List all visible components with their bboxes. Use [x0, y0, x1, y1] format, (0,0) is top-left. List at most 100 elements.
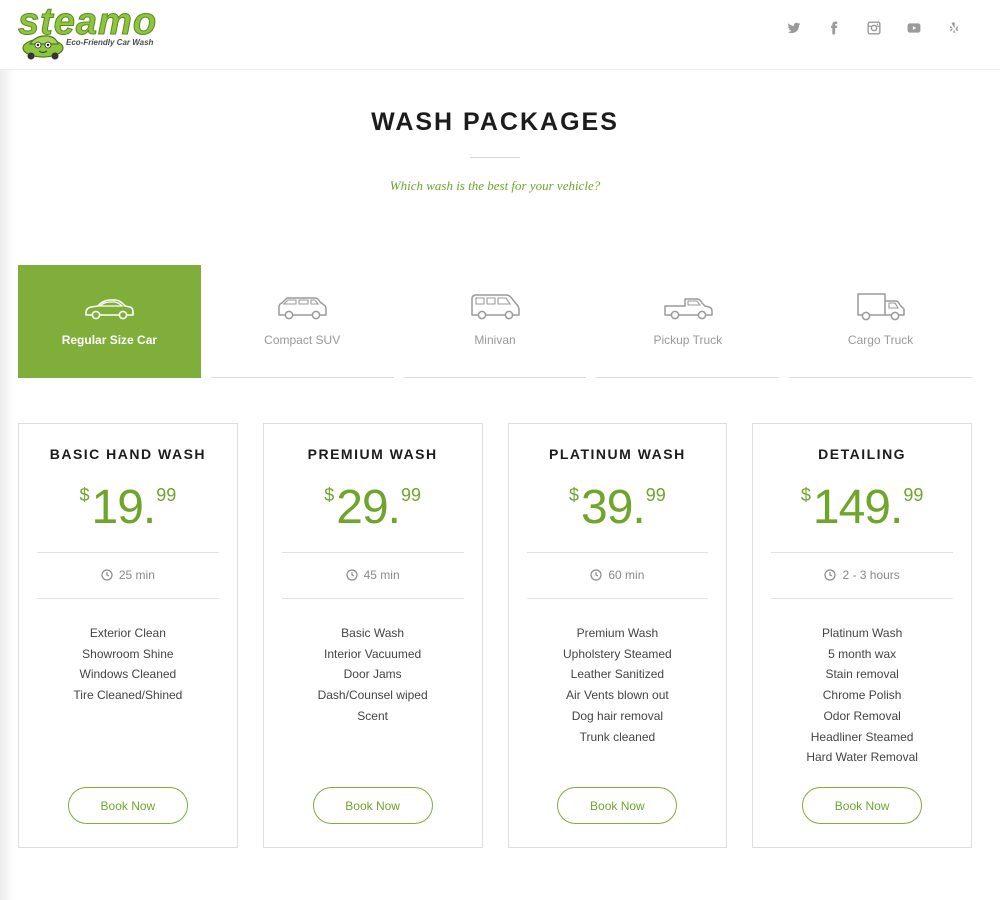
book-now-button[interactable]: Book Now [557, 787, 678, 824]
clock-icon [590, 569, 602, 581]
feature-item: 5 month wax [828, 646, 897, 661]
page-subtitle: Which wash is the best for your vehicle? [389, 178, 601, 193]
package-price: $149.99 [753, 479, 971, 537]
divider [526, 598, 709, 599]
feature-list: Basic Wash Interior Vacuumed Door Jams D… [264, 623, 482, 727]
logo-tagline: Eco-Friendly Car Wash [66, 38, 154, 47]
divider [281, 552, 464, 553]
feature-item: Dog hair removal [571, 708, 664, 723]
feature-item: Headliner Steamed [810, 729, 914, 744]
package-price: $39.99 [509, 479, 727, 537]
duration-text: 45 min [363, 568, 400, 582]
price-currency: $ [324, 485, 335, 505]
title-divider [470, 157, 520, 158]
feature-item: Windows Cleaned [79, 667, 177, 682]
tab-pickup-truck[interactable]: Pickup Truck [596, 265, 780, 378]
package-price: $29.99 [264, 479, 482, 537]
tab-label: Pickup Truck [653, 333, 723, 347]
price-whole: 39. [581, 481, 646, 534]
divider [281, 598, 464, 599]
book-now-button[interactable]: Book Now [312, 787, 433, 824]
price-currency: $ [79, 485, 90, 505]
book-now-button[interactable]: Book Now [67, 787, 188, 824]
youtube-icon[interactable] [894, 18, 934, 38]
divider [771, 598, 953, 599]
suv-icon [278, 297, 327, 320]
divider [526, 552, 709, 553]
feature-item: Basic Wash [341, 626, 405, 640]
feature-item: Leather Sanitized [570, 667, 665, 682]
package-duration: 2 - 3 hours [753, 568, 971, 582]
feature-item: Platinum Wash [822, 626, 903, 640]
feature-item: Chrome Polish [822, 688, 902, 703]
package-duration: 60 min [509, 568, 727, 582]
price-currency: $ [568, 485, 579, 505]
price-whole: 29. [336, 481, 401, 534]
feature-item: Premium Wash [576, 626, 659, 640]
package-card-platinum: PLATINUM WASH $39.99 60 min Premium Wash… [507, 423, 728, 848]
package-card-basic: BASIC HAND WASH $19.99 25 min Exterior C… [18, 423, 238, 848]
sedan-icon [85, 299, 135, 320]
feature-item: Stain removal [825, 667, 899, 682]
feature-item: Air Vents blown out [566, 688, 669, 703]
instagram-icon[interactable] [854, 18, 894, 38]
price-cents: 99 [645, 485, 666, 505]
package-title: DETAILING [818, 446, 907, 462]
vehicle-type-tabs: Regular Size Car Compact SUV Minivan Pic… [18, 265, 972, 378]
feature-item: Showroom Shine [82, 646, 174, 661]
tab-cargo-truck[interactable]: Cargo Truck [789, 265, 972, 378]
social-links [774, 18, 974, 38]
duration-text: 60 min [608, 568, 645, 582]
tab-label: Compact SUV [264, 333, 341, 347]
tab-label: Regular Size Car [61, 333, 158, 347]
feature-item: Scent [357, 708, 388, 723]
tab-regular-size-car[interactable]: Regular Size Car [18, 265, 201, 378]
feature-item: Tire Cleaned/Shined [73, 688, 183, 703]
logo-car-icon [22, 35, 64, 60]
feature-list: Exterior Clean Showroom Shine Windows Cl… [19, 623, 237, 706]
divider [37, 552, 219, 553]
tab-minivan[interactable]: Minivan [403, 265, 587, 378]
duration-text: 25 min [118, 568, 155, 582]
steamo-logo[interactable]: steamo Eco-Friendly Car Wash [16, 2, 176, 62]
price-whole: 19. [91, 481, 157, 534]
page-title: WASH PACKAGES [371, 108, 619, 136]
feature-item: Odor Removal [823, 708, 901, 723]
facebook-icon[interactable] [814, 18, 854, 38]
book-now-button[interactable]: Book Now [802, 787, 923, 824]
feature-item: Hard Water Removal [806, 750, 918, 765]
price-cents: 99 [156, 485, 177, 505]
price-cents: 99 [400, 485, 422, 505]
price-currency: $ [800, 485, 811, 505]
package-duration: 25 min [19, 568, 237, 582]
package-cards: BASIC HAND WASH $19.99 25 min Exterior C… [18, 423, 972, 848]
clock-icon [824, 569, 837, 581]
feature-item: Door Jams [343, 667, 402, 682]
clock-icon [346, 569, 358, 581]
price-whole: 149. [812, 481, 903, 534]
package-price: $19.99 [19, 479, 237, 537]
divider [37, 598, 219, 599]
clock-icon [101, 569, 113, 581]
divider [771, 552, 953, 553]
price-cents: 99 [903, 485, 924, 505]
package-card-detailing: DETAILING $149.99 2 - 3 hours Platinum W… [752, 423, 972, 848]
tab-compact-suv[interactable]: Compact SUV [210, 265, 394, 378]
feature-item: Upholstery Steamed [563, 646, 672, 661]
twitter-icon[interactable] [774, 18, 814, 38]
duration-text: 2 - 3 hours [842, 568, 900, 582]
package-title: PLATINUM WASH [549, 446, 686, 462]
tab-label: Cargo Truck [847, 333, 914, 347]
package-title: PREMIUM WASH [307, 446, 438, 462]
package-duration: 45 min [264, 568, 482, 582]
minivan-icon [471, 294, 520, 320]
cargo-truck-icon [856, 293, 905, 321]
package-card-premium: PREMIUM WASH $29.99 45 min Basic Wash In… [262, 423, 483, 848]
feature-item: Interior Vacuumed [324, 646, 422, 661]
feature-item: Exterior Clean [89, 626, 166, 640]
yelp-icon[interactable] [934, 18, 974, 38]
feature-list: Platinum Wash 5 month wax Stain removal … [753, 623, 971, 768]
pickup-truck-icon [664, 298, 713, 320]
feature-list: Premium Wash Upholstery Steamed Leather … [509, 623, 727, 747]
feature-item: Dash/Counsel wiped [317, 688, 428, 703]
